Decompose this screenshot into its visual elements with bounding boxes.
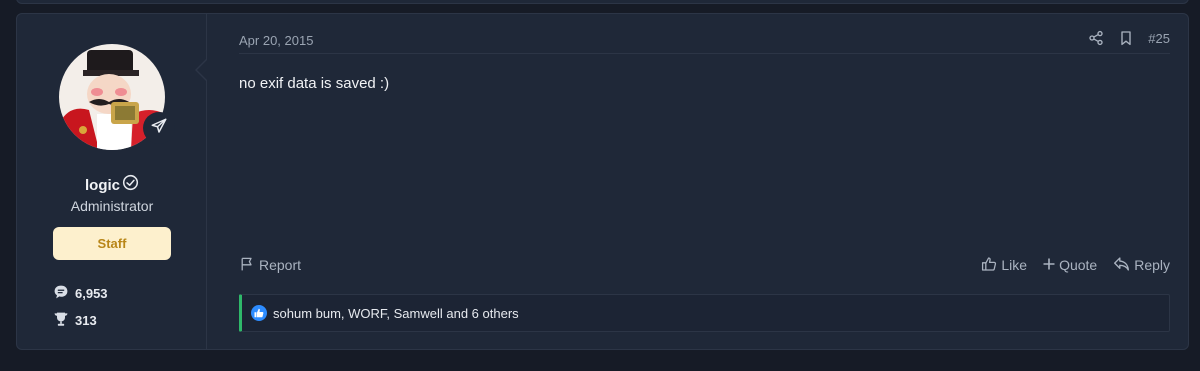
previous-post-edge (16, 0, 1189, 4)
post-body: no exif data is saved :) (239, 75, 390, 92)
trophy-count-value: 313 (75, 313, 97, 328)
like-label: Like (1001, 257, 1028, 273)
report-label: Report (259, 257, 302, 273)
staff-badge: Staff (53, 227, 171, 260)
username[interactable]: logic (85, 177, 120, 194)
plus-icon (1043, 257, 1055, 273)
user-info-column: logic Administrator Staff 6,953 313 (17, 14, 207, 349)
bookmark-icon[interactable] (1118, 30, 1134, 46)
reactions-bar[interactable]: sohum bum, WORF, Samwell and 6 others (239, 294, 1170, 332)
share-icon[interactable] (1088, 30, 1104, 46)
post-header: Apr 20, 2015 #25 (239, 14, 1170, 54)
telegram-badge[interactable] (143, 112, 175, 144)
message-count: 6,953 (53, 284, 108, 303)
chat-bubble-icon (53, 284, 69, 303)
trophy-count: 313 (53, 311, 97, 330)
check-circle-icon (122, 174, 139, 196)
post-actions: Report Like Quote Reply (239, 254, 1170, 276)
thumbs-up-icon (981, 256, 997, 275)
quote-button[interactable]: Quote (1043, 257, 1097, 273)
forum-post: logic Administrator Staff 6,953 313 Apr … (16, 13, 1189, 350)
message-count-value: 6,953 (75, 286, 108, 301)
post-date[interactable]: Apr 20, 2015 (239, 33, 313, 48)
quote-label: Quote (1059, 257, 1098, 273)
user-title: Administrator (70, 198, 154, 214)
reply-label: Reply (1134, 257, 1170, 273)
report-button[interactable]: Report (239, 256, 301, 275)
reply-button[interactable]: Reply (1113, 256, 1170, 275)
reactions-text[interactable]: sohum bum, WORF, Samwell and 6 others (273, 306, 519, 321)
post-actions-right: Like Quote Reply (981, 256, 1170, 275)
trophy-icon (53, 311, 69, 330)
post-main: Apr 20, 2015 #25 no exif data is saved:… (207, 14, 1188, 349)
post-header-actions: #25 (1088, 30, 1170, 46)
flag-icon (239, 256, 255, 275)
reply-icon (1113, 256, 1130, 275)
username-row: logic (17, 174, 207, 196)
thumbs-up-icon (251, 305, 267, 321)
like-button[interactable]: Like (981, 256, 1027, 275)
post-number[interactable]: #25 (1148, 31, 1170, 46)
paper-plane-icon (150, 117, 168, 140)
